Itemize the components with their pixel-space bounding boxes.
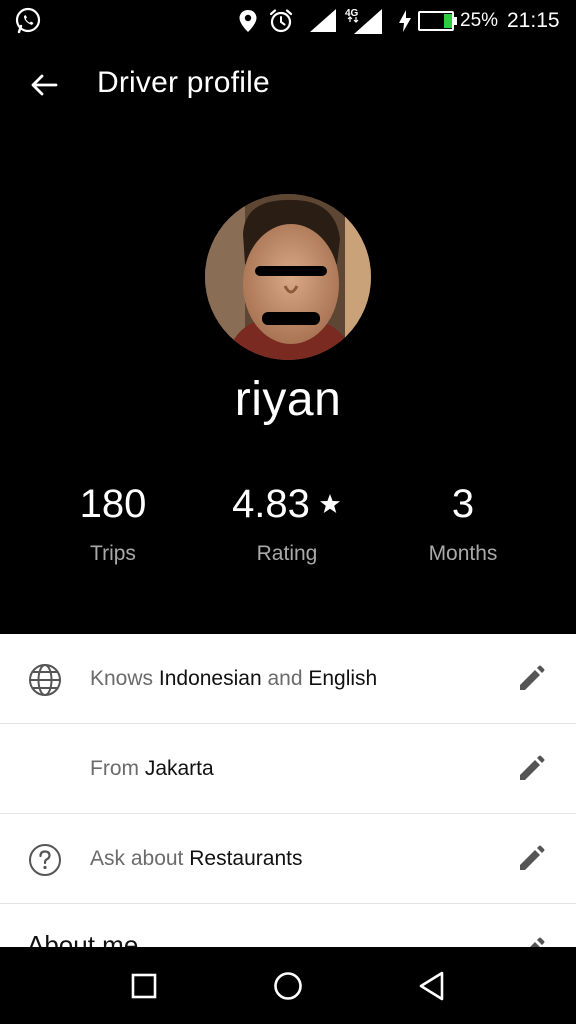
languages-text: Knows Indonesian and English <box>90 634 377 724</box>
battery-percent: 25% <box>460 10 499 31</box>
hometown-prefix: From <box>90 757 145 780</box>
location-icon <box>238 0 258 42</box>
pencil-icon <box>520 755 545 780</box>
ask-about-row[interactable]: Ask about Restaurants <box>0 814 576 904</box>
stat-label: Trips <box>90 542 136 565</box>
app-header: Driver profile <box>0 42 576 128</box>
stat-value: 4.83 <box>232 482 310 526</box>
signal-4g-icon: 4G <box>344 0 384 42</box>
pencil-icon <box>520 845 545 870</box>
question-circle-icon <box>27 842 63 878</box>
language-2: English <box>308 667 378 690</box>
stat-rating: 4.83 Rating <box>197 478 377 566</box>
stat-value-wrap: 4.83 <box>197 478 377 530</box>
recent-apps-button[interactable] <box>114 961 174 1011</box>
back-nav-button[interactable] <box>402 961 462 1011</box>
language-1: Indonesian <box>158 667 262 690</box>
edit-hometown-button[interactable] <box>512 750 550 788</box>
hometown-row[interactable]: From Jakarta <box>0 724 576 814</box>
whatsapp-icon <box>14 0 42 42</box>
ask-about-topic: Restaurants <box>189 847 303 870</box>
system-nav-bar <box>0 947 576 1024</box>
recent-apps-icon <box>131 973 157 999</box>
languages-prefix: Knows <box>90 667 159 690</box>
back-button[interactable] <box>20 64 68 106</box>
driver-name: riyan <box>234 373 342 426</box>
hometown-value: Jakarta <box>144 757 214 780</box>
stat-label: Months <box>428 542 498 565</box>
back-triangle-icon <box>419 971 444 1001</box>
clock: 21:15 <box>507 9 560 32</box>
stat-label: Rating <box>256 542 318 565</box>
edit-languages-button[interactable] <box>512 660 550 698</box>
page-title: Driver profile <box>97 66 270 99</box>
charging-icon <box>397 0 413 42</box>
ask-about-prefix: Ask about <box>90 847 190 870</box>
pencil-icon <box>520 665 545 690</box>
edit-about-button[interactable] <box>512 932 550 947</box>
info-panel: Knows Indonesian and English From Jakart… <box>0 634 576 947</box>
languages-row[interactable]: Knows Indonesian and English <box>0 634 576 724</box>
arrow-left-icon <box>31 74 58 96</box>
alarm-icon <box>268 0 294 42</box>
stat-value: 180 <box>79 482 147 526</box>
star-icon <box>319 494 340 513</box>
about-me-label: About me <box>27 930 139 947</box>
signal-icon <box>309 0 337 42</box>
status-bar: 4G 25% 21:15 <box>0 0 576 42</box>
battery-icon <box>418 0 458 42</box>
stat-value: 3 <box>451 482 475 526</box>
edit-ask-about-button[interactable] <box>512 840 550 878</box>
globe-icon <box>27 662 63 698</box>
hometown-text: From Jakarta <box>90 724 214 814</box>
languages-conjunction: and <box>261 667 309 690</box>
avatar <box>205 194 371 360</box>
ask-about-text: Ask about Restaurants <box>90 814 302 904</box>
home-icon <box>274 972 302 1000</box>
stat-months: 3 Months <box>373 478 553 566</box>
pencil-icon <box>530 937 545 947</box>
stat-trips: 180 Trips <box>23 478 203 566</box>
home-button[interactable] <box>258 961 318 1011</box>
about-me-row[interactable]: About me <box>0 904 576 947</box>
